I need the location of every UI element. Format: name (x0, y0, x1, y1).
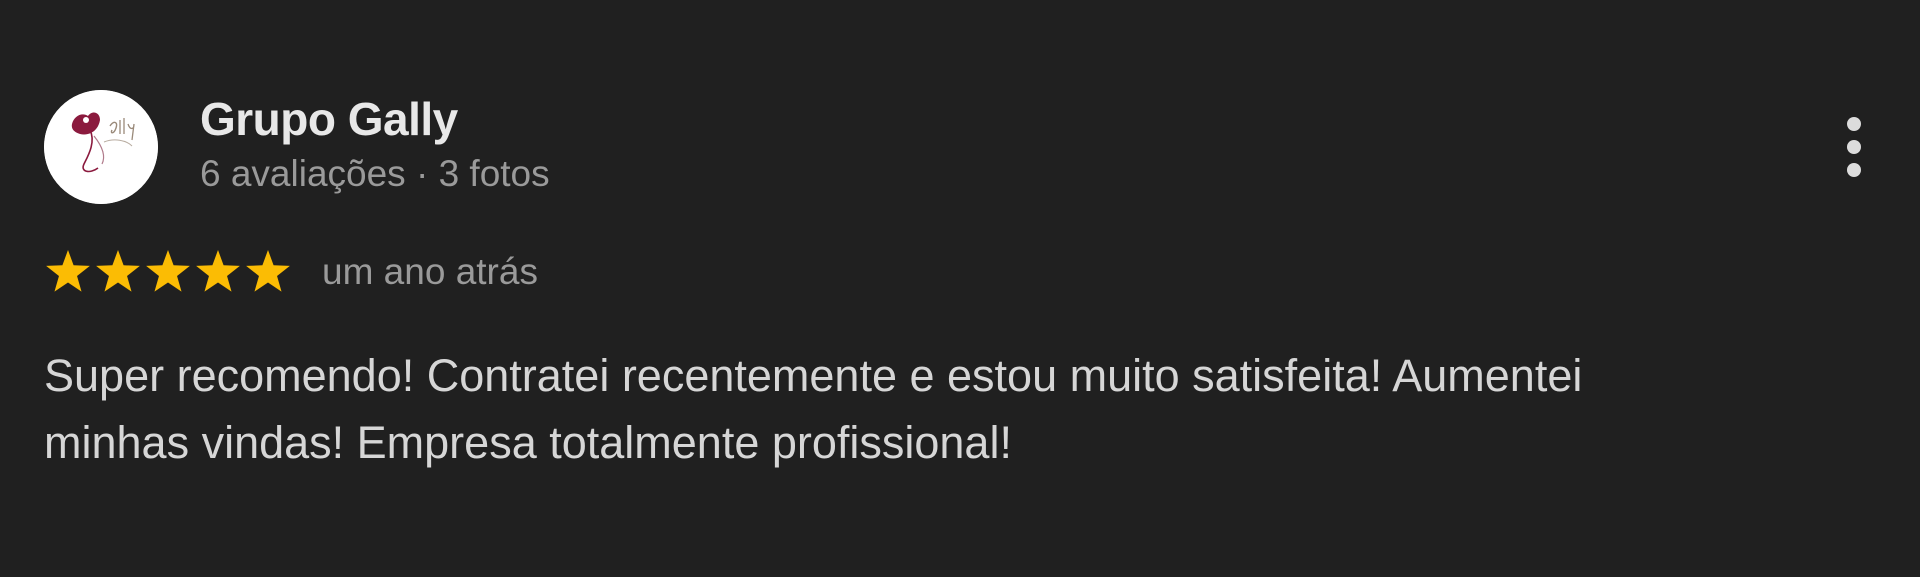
star-icon (146, 250, 190, 292)
star-rating (44, 248, 292, 296)
avatar[interactable] (44, 90, 158, 204)
more-vertical-icon (1847, 117, 1861, 177)
star-icon (96, 250, 140, 292)
review-date: um ano atrás (322, 251, 538, 292)
review-text-line: minhas vindas! Empresa totalmente profis… (44, 417, 1012, 468)
star-icon (46, 250, 90, 292)
star-icon (246, 250, 290, 292)
review-text: Super recomendo! Contratei recentemente … (44, 342, 1804, 476)
rating-row: um ano atrás (44, 246, 538, 298)
gally-logo-icon (44, 90, 158, 204)
star-icon (196, 250, 240, 292)
review-card: Grupo Gally 6 avaliações · 3 fotos um an… (0, 0, 1920, 577)
more-options-button[interactable] (1836, 112, 1872, 182)
review-text-line: Super recomendo! Contratei recentemente … (44, 350, 1583, 401)
reviewer-name[interactable]: Grupo Gally (200, 92, 458, 146)
reviewer-meta[interactable]: 6 avaliações · 3 fotos (200, 152, 550, 196)
